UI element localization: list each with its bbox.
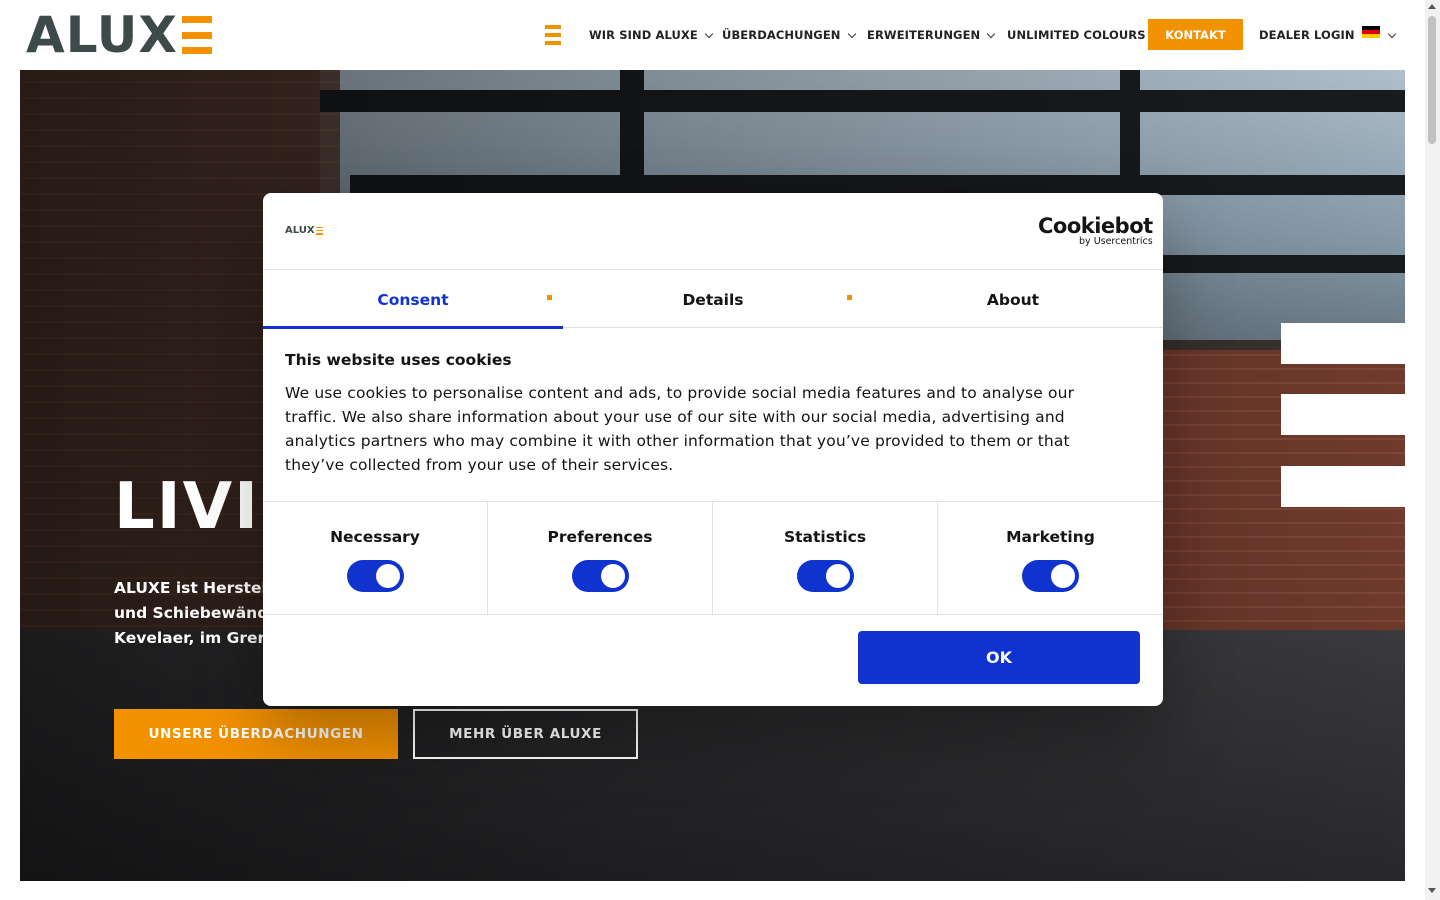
scrollbar-thumb[interactable] bbox=[1428, 16, 1436, 144]
dialog-header: ALUX Cookiebot by Usercentrics bbox=[263, 193, 1163, 270]
nav-item-wir-sind-aluxe[interactable]: WIR SIND ALUXE bbox=[589, 0, 714, 70]
dialog-logo-text: ALUX bbox=[285, 225, 315, 236]
toggle-knob bbox=[600, 564, 625, 588]
kontakt-button[interactable]: KONTAKT bbox=[1148, 19, 1243, 50]
toggle-knob bbox=[375, 564, 400, 588]
marketing-toggle[interactable] bbox=[1022, 560, 1079, 592]
toggle-knob bbox=[825, 564, 850, 588]
nav-label: WIR SIND ALUXE bbox=[589, 28, 698, 42]
dialog-text-line: We use cookies to personalise content an… bbox=[285, 384, 1075, 402]
dialog-text-line: traffic. We also share information about… bbox=[285, 408, 1065, 426]
chevron-down-icon bbox=[987, 29, 996, 38]
side-tab[interactable] bbox=[1281, 394, 1440, 435]
dialog-tabs: Consent Details About bbox=[263, 271, 1163, 329]
category-statistics: Statistics bbox=[713, 502, 938, 615]
flag-germany-icon[interactable] bbox=[1362, 26, 1380, 38]
dialog-text-line: they’ve collected from your use of their… bbox=[285, 456, 674, 474]
logo-text: ALUX bbox=[26, 6, 178, 64]
logo-e-mark bbox=[315, 226, 323, 235]
tab-about[interactable]: About bbox=[863, 271, 1163, 328]
statistics-toggle[interactable] bbox=[796, 560, 854, 592]
dialog-title: This website uses cookies bbox=[285, 351, 512, 369]
nav-item-ueberdachungen[interactable]: ÜBERDACHUNGEN bbox=[722, 0, 856, 70]
cookie-consent-dialog: ALUX Cookiebot by Usercentrics Consent D… bbox=[263, 193, 1163, 706]
nav-item-erweiterungen[interactable]: ERWEITERUNGEN bbox=[867, 0, 996, 70]
nav-label: ERWEITERUNGEN bbox=[867, 28, 981, 42]
unsere-ueberdachungen-button[interactable]: UNSERE ÜBERDACHUNGEN bbox=[114, 709, 398, 759]
dealer-login-label: DEALER LOGIN bbox=[1259, 28, 1355, 42]
tab-separator-dot bbox=[847, 295, 852, 300]
ok-button[interactable]: OK bbox=[858, 631, 1140, 684]
nav-item-unlimited-colours[interactable]: UNLIMITED COLOURS bbox=[1007, 0, 1146, 70]
hero-title: LIVI bbox=[114, 470, 260, 544]
category-marketing: Marketing bbox=[938, 502, 1163, 615]
category-label: Necessary bbox=[330, 528, 420, 546]
chevron-down-icon bbox=[704, 29, 714, 38]
mehr-ueber-aluxe-button[interactable]: MEHR ÜBER ALUXE bbox=[413, 709, 638, 759]
side-tab[interactable] bbox=[1281, 323, 1440, 364]
category-label: Statistics bbox=[783, 528, 867, 546]
chevron-down-icon bbox=[847, 29, 856, 38]
scroll-down-arrow-icon[interactable] bbox=[1428, 888, 1436, 893]
aluxe-logo[interactable]: ALUX bbox=[26, 6, 226, 64]
tab-separator-dot bbox=[547, 295, 552, 300]
menu-icon[interactable] bbox=[545, 25, 561, 45]
tab-details[interactable]: Details bbox=[563, 271, 863, 328]
site-header: ALUX WIR SIND ALUXE ÜBERDACHUNGEN ERWEIT… bbox=[0, 0, 1440, 70]
necessary-toggle[interactable] bbox=[346, 560, 404, 592]
preferences-toggle[interactable] bbox=[571, 560, 629, 592]
cookiebot-logo[interactable]: Cookiebot by Usercentrics bbox=[1038, 214, 1153, 247]
cookie-categories: Necessary Preferences Statistics Marketi… bbox=[263, 501, 1163, 615]
chevron-down-icon[interactable] bbox=[1387, 29, 1397, 39]
dealer-login-link[interactable]: DEALER LOGIN bbox=[1259, 0, 1355, 70]
category-necessary: Necessary bbox=[263, 502, 488, 615]
dialog-description: We use cookies to personalise content an… bbox=[285, 381, 1145, 477]
cookiebot-by: by Usercentrics bbox=[1079, 236, 1153, 247]
tab-consent[interactable]: Consent bbox=[263, 271, 563, 329]
dialog-body: This website uses cookies We use cookies… bbox=[285, 351, 1145, 477]
scroll-up-arrow-icon[interactable] bbox=[1428, 4, 1436, 9]
category-preferences: Preferences bbox=[488, 502, 713, 615]
side-tab[interactable] bbox=[1281, 466, 1440, 507]
nav-label: UNLIMITED COLOURS bbox=[1007, 28, 1146, 42]
logo-e-mark bbox=[181, 16, 212, 54]
dialog-text-line: analytics partners who may combine it wi… bbox=[285, 432, 1070, 450]
dialog-aluxe-logo: ALUX bbox=[285, 225, 323, 236]
toggle-knob bbox=[1051, 564, 1075, 588]
category-label: Marketing bbox=[1006, 528, 1095, 546]
category-label: Preferences bbox=[547, 528, 653, 546]
nav-label: ÜBERDACHUNGEN bbox=[722, 28, 841, 42]
cookiebot-name: Cookiebot bbox=[1038, 214, 1153, 238]
